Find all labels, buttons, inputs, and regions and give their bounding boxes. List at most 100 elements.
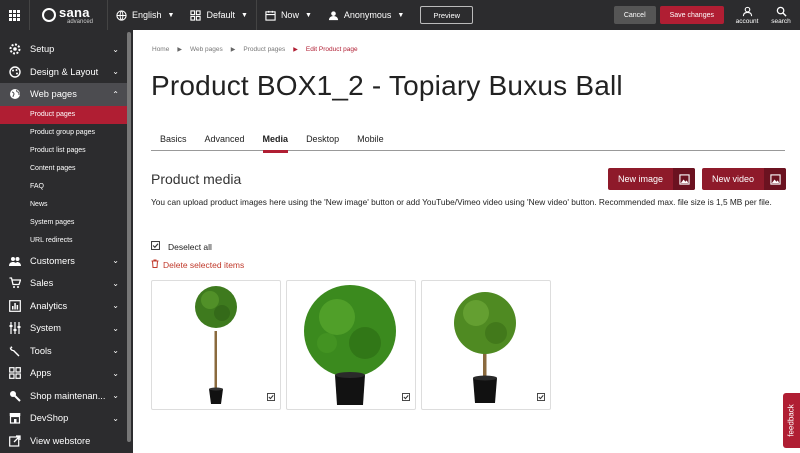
sidebar-item-design-layout[interactable]: Design & Layout ⌄ bbox=[0, 61, 127, 84]
user-selector[interactable]: Anonymous ▼ bbox=[320, 0, 412, 30]
caret-down-icon: ▼ bbox=[304, 11, 312, 19]
palette-icon bbox=[8, 66, 22, 78]
new-video-button[interactable]: New video bbox=[702, 168, 787, 190]
sana-logo[interactable]: sana advanced bbox=[30, 0, 108, 30]
sidebar-item-label: View webstore bbox=[30, 435, 91, 446]
sidebar-item-apps[interactable]: Apps ⌄ bbox=[0, 362, 127, 385]
caret-down-icon: ▼ bbox=[397, 11, 405, 19]
wrench-icon bbox=[8, 345, 22, 357]
sidebar-subitem-product-pages[interactable]: Product pages bbox=[0, 105, 127, 124]
sidebar-subitem-product-list-pages[interactable]: Product list pages bbox=[0, 142, 127, 160]
caret-down-icon: ▼ bbox=[241, 11, 248, 19]
sidebar-item-view-webstore[interactable]: View webstore bbox=[0, 430, 127, 453]
sidebar-item-label: Customers bbox=[30, 255, 75, 266]
sidebar-item-devshop[interactable]: DevShop ⌄ bbox=[0, 407, 127, 430]
sidebar-item-setup[interactable]: Setup ⌄ bbox=[0, 38, 127, 61]
sidebar-subitem-faq[interactable]: FAQ bbox=[0, 178, 127, 196]
logo-subtitle: advanced bbox=[67, 18, 94, 25]
sidebar-item-analytics[interactable]: Analytics ⌄ bbox=[0, 295, 127, 318]
date-selector[interactable]: Now ▼ bbox=[257, 0, 320, 30]
image-icon bbox=[673, 168, 696, 190]
language-selector[interactable]: English ▼ bbox=[108, 0, 182, 30]
chevron-right-icon: ▶ bbox=[230, 47, 236, 53]
sidebar-item-label: DevShop bbox=[30, 413, 69, 424]
layout-selector[interactable]: Default ▼ bbox=[182, 0, 255, 30]
deselect-all-label: Deselect all bbox=[168, 241, 212, 252]
chevron-down-icon: ⌄ bbox=[112, 67, 119, 77]
checkbox-checked-icon bbox=[151, 241, 160, 252]
checkbox-checked-icon[interactable] bbox=[537, 390, 545, 404]
checkbox-checked-icon[interactable] bbox=[402, 390, 410, 404]
sidebar-subitem-content-pages[interactable]: Content pages bbox=[0, 160, 127, 178]
chevron-down-icon: ⌄ bbox=[112, 323, 119, 333]
tab-advanced[interactable]: Advanced bbox=[196, 134, 254, 151]
app-grid-icon[interactable] bbox=[0, 0, 30, 30]
sidebar-item-customers[interactable]: Customers ⌄ bbox=[0, 250, 127, 273]
tab-bar: Basics Advanced Media Desktop Mobile bbox=[151, 134, 785, 153]
layout-icon bbox=[190, 9, 202, 21]
save-changes-button[interactable]: Save changes bbox=[659, 6, 724, 24]
sidebar-scrollbar[interactable] bbox=[127, 32, 131, 442]
top-bar: sana advanced English ▼ Default ▼ Now ▼ … bbox=[0, 0, 800, 30]
deselect-all-toggle[interactable]: Deselect all bbox=[151, 241, 212, 252]
sidebar-subitem-url-redirects[interactable]: URL redirects bbox=[0, 232, 127, 250]
external-link-icon bbox=[8, 435, 22, 447]
new-image-label: New image bbox=[618, 174, 664, 184]
tab-media[interactable]: Media bbox=[254, 134, 298, 153]
sidebar-subitem-product-group-pages[interactable]: Product group pages bbox=[0, 124, 127, 142]
chevron-down-icon: ⌄ bbox=[112, 413, 119, 423]
chevron-up-icon: ⌃ bbox=[112, 89, 119, 99]
tab-desktop[interactable]: Desktop bbox=[297, 134, 348, 151]
sana-logo-icon bbox=[42, 8, 56, 22]
preview-button[interactable]: Preview bbox=[420, 6, 474, 24]
chevron-down-icon: ⌄ bbox=[112, 44, 119, 54]
tab-basics[interactable]: Basics bbox=[151, 134, 196, 151]
sidebar-subitem-news[interactable]: News bbox=[0, 196, 127, 214]
chevron-down-icon: ⌄ bbox=[112, 301, 119, 311]
delete-selected-button[interactable]: Delete selected items bbox=[151, 259, 244, 270]
logo-name: sana bbox=[59, 4, 90, 20]
new-image-button[interactable]: New image bbox=[608, 168, 696, 190]
layout-label: Default bbox=[206, 10, 235, 20]
sidebar-item-system[interactable]: System ⌄ bbox=[0, 317, 127, 340]
breadcrumb: Home ▶ Web pages ▶ Product pages ▶ Edit … bbox=[152, 46, 358, 53]
delete-selected-label: Delete selected items bbox=[163, 259, 245, 270]
user-label: Anonymous bbox=[343, 10, 392, 20]
account-button[interactable]: account bbox=[732, 6, 762, 25]
breadcrumb-web-pages[interactable]: Web pages bbox=[190, 46, 223, 53]
breadcrumb-current: Edit Product page bbox=[305, 46, 358, 53]
sidebar-item-tools[interactable]: Tools ⌄ bbox=[0, 340, 127, 363]
breadcrumb-home[interactable]: Home bbox=[152, 46, 169, 53]
chevron-down-icon: ⌄ bbox=[112, 346, 119, 356]
sidebar: Setup ⌄ Design & Layout ⌄ Web pages ⌃ Pr… bbox=[0, 30, 133, 453]
sidebar-subitem-system-pages[interactable]: System pages bbox=[0, 214, 127, 232]
media-card[interactable] bbox=[151, 280, 281, 410]
feedback-label: feedback bbox=[787, 404, 796, 437]
checkbox-checked-icon[interactable] bbox=[267, 390, 275, 404]
sliders-icon bbox=[8, 322, 22, 335]
chevron-right-icon: ▶ bbox=[177, 47, 182, 53]
cancel-button[interactable]: Cancel bbox=[613, 6, 656, 24]
account-icon bbox=[742, 6, 752, 16]
feedback-button[interactable]: feedback bbox=[783, 393, 800, 448]
sidebar-item-label: Web pages bbox=[30, 89, 77, 100]
language-label: English bbox=[132, 10, 162, 20]
chart-icon bbox=[8, 299, 22, 312]
product-image bbox=[304, 285, 396, 405]
search-label: search bbox=[771, 17, 791, 25]
tab-mobile[interactable]: Mobile bbox=[348, 134, 393, 151]
sidebar-item-shop-maintenance[interactable]: Shop maintenan... ⌄ bbox=[0, 385, 127, 408]
search-button[interactable]: search bbox=[766, 6, 796, 25]
sidebar-item-label: Tools bbox=[30, 345, 52, 356]
globe-icon bbox=[8, 88, 22, 100]
maintenance-icon bbox=[8, 390, 22, 402]
sidebar-item-sales[interactable]: Sales ⌄ bbox=[0, 272, 127, 295]
media-card[interactable] bbox=[286, 280, 416, 410]
sidebar-item-label: Design & Layout bbox=[30, 66, 99, 77]
breadcrumb-product-pages[interactable]: Product pages bbox=[243, 46, 285, 53]
sidebar-item-label: Setup bbox=[30, 44, 55, 55]
media-card[interactable] bbox=[421, 280, 551, 410]
sidebar-item-web-pages[interactable]: Web pages ⌃ bbox=[0, 83, 127, 106]
chevron-down-icon: ⌄ bbox=[112, 391, 119, 401]
gear-icon bbox=[8, 43, 22, 55]
